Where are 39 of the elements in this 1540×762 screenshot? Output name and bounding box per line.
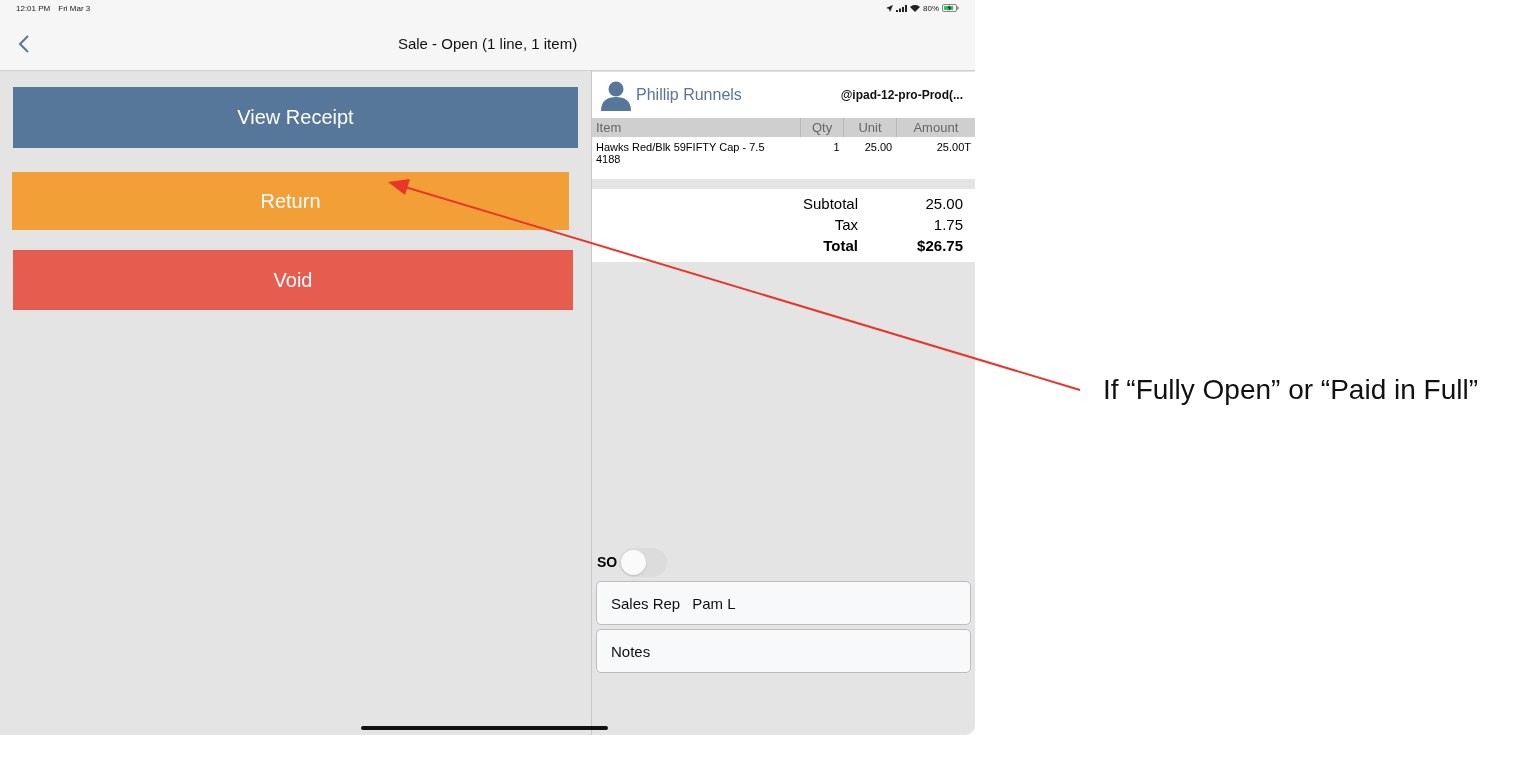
column-header: Qty — [800, 118, 844, 137]
location-icon — [886, 4, 893, 12]
table-cell: Hawks Red/Blk 59FIFTY Cap - 7.5 4188 — [592, 137, 801, 179]
table-cell: 25.00 — [843, 137, 897, 179]
person-silhouette-icon — [600, 79, 632, 111]
action-button[interactable]: View Receipt — [13, 87, 578, 148]
battery-charging-icon — [942, 4, 959, 12]
total-value: 1.75 — [932, 216, 963, 233]
table-cell: 25.00T — [896, 137, 975, 179]
customer-name: Phillip Runnels — [636, 86, 743, 104]
so-toggle[interactable] — [619, 547, 668, 577]
so-label: SO — [597, 554, 618, 570]
device-name: @ipad-12-pro-Prod(... — [840, 88, 963, 102]
field-label: Sales Rep — [611, 594, 681, 612]
total-value: 25.00 — [924, 195, 963, 212]
form-field[interactable]: Sales Rep Pam L — [596, 581, 971, 625]
table-cell: 1 — [800, 137, 844, 179]
form-field[interactable]: Notes — [596, 629, 971, 673]
back-chevron-icon — [18, 35, 30, 53]
home-indicator[interactable] — [361, 726, 608, 730]
total-label: Total — [822, 237, 858, 254]
screen-title: Sale - Open (1 line, 1 item) — [397, 34, 578, 52]
field-value: Pam L — [692, 594, 736, 612]
total-label: Tax — [833, 216, 858, 233]
column-header: Amount — [896, 118, 975, 137]
status-time: 12:01 PM — [16, 3, 51, 13]
column-header: Item — [592, 118, 801, 137]
line-item-row[interactable]: Hawks Red/Blk 59FIFTY Cap - 7.5 4188 1 25.00 25.00T — [592, 137, 975, 179]
battery-percent: 80% — [923, 3, 939, 13]
wifi-icon — [910, 4, 920, 12]
total-label: Subtotal — [801, 195, 858, 212]
status-date: Fri Mar 3 — [58, 3, 91, 13]
action-button[interactable]: Void — [13, 250, 573, 310]
customer-header[interactable]: Phillip Runnels @ipad-12-pro-Prod(... — [592, 72, 975, 118]
total-value: $26.75 — [916, 237, 963, 254]
annotation-text: If “Fully Open” or “Paid in Full” — [1103, 374, 1478, 406]
column-header: Unit — [843, 118, 897, 137]
field-label: Notes — [611, 642, 651, 660]
signal-icon — [896, 4, 907, 12]
